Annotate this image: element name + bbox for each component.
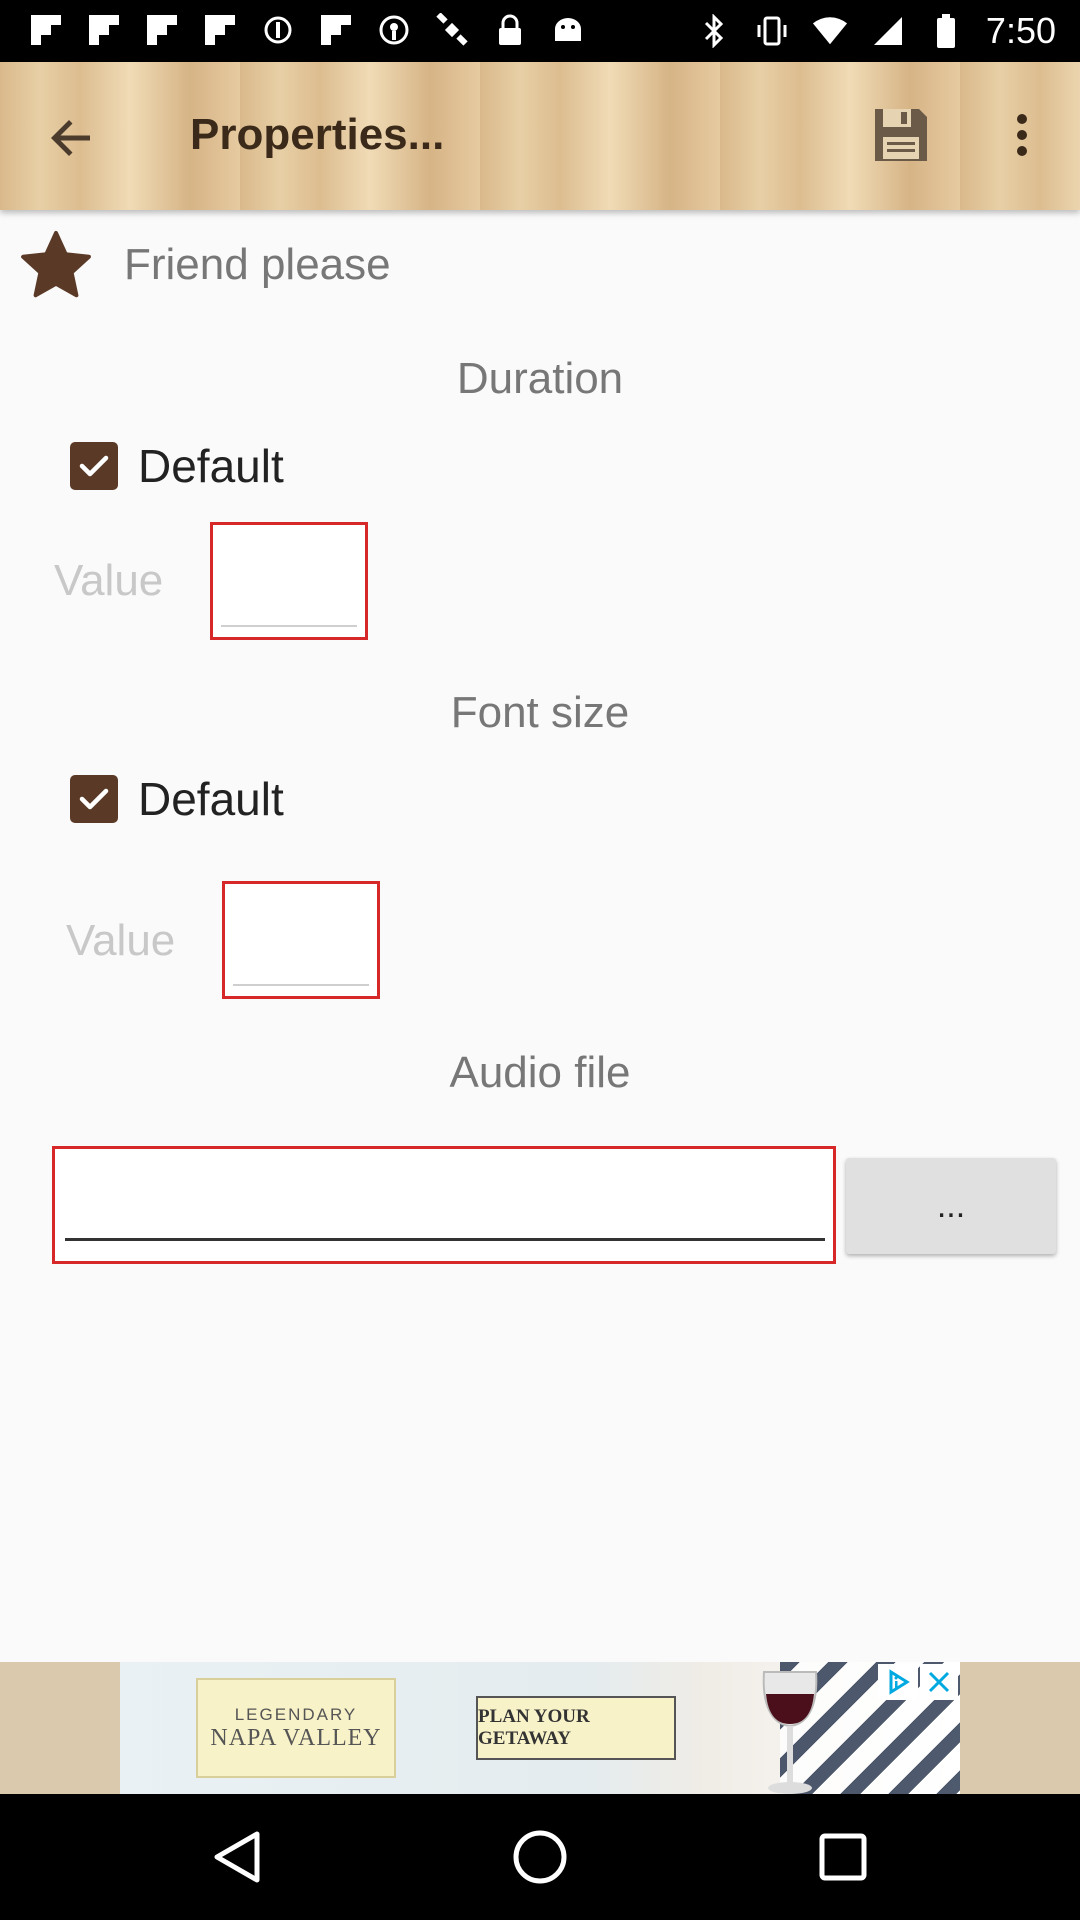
signal-icon xyxy=(870,13,906,49)
more-vert-icon xyxy=(1017,114,1027,156)
system-icons: 7:50 xyxy=(696,10,1056,52)
floppy-disk-icon xyxy=(875,109,927,161)
app-bar: Properties... xyxy=(0,62,1080,210)
ad-container: LEGENDARY NAPA VALLEY PLAN YOUR GETAWAY xyxy=(0,1662,1080,1794)
android-icon xyxy=(550,12,586,48)
save-button[interactable] xyxy=(868,102,934,168)
audio-file-input[interactable] xyxy=(52,1146,836,1264)
satellite-icon xyxy=(434,12,470,48)
input-underline xyxy=(221,625,357,627)
duration-value-input[interactable] xyxy=(210,522,368,640)
ad-close-button[interactable] xyxy=(920,1664,958,1700)
duration-default-checkbox[interactable]: Default xyxy=(70,436,284,496)
font-size-default-checkbox[interactable]: Default xyxy=(70,769,284,829)
flipboard-icon xyxy=(318,12,354,48)
status-bar: 7:50 xyxy=(0,0,1080,62)
checkbox-checked-icon xyxy=(70,442,118,490)
duration-title: Duration xyxy=(456,354,624,403)
checkbox-checked-icon xyxy=(70,775,118,823)
more-options-button[interactable] xyxy=(1000,102,1044,168)
ad-logo-line2: NAPA VALLEY xyxy=(210,1724,382,1751)
flipboard-icon xyxy=(144,12,180,48)
input-underline xyxy=(233,984,369,986)
nav-home-button[interactable] xyxy=(505,1822,575,1892)
triangle-back-icon xyxy=(214,1831,260,1883)
adchoices-icon xyxy=(889,1669,910,1695)
browse-audio-button[interactable]: ... xyxy=(846,1158,1056,1254)
item-header: Friend please xyxy=(0,222,1080,310)
duration-default-label: Default xyxy=(138,440,284,492)
back-button[interactable] xyxy=(40,106,104,170)
flipboard-icon xyxy=(202,12,238,48)
podcast-icon xyxy=(376,12,412,48)
ad-banner[interactable]: LEGENDARY NAPA VALLEY PLAN YOUR GETAWAY xyxy=(120,1662,960,1794)
arrow-back-icon xyxy=(51,120,90,156)
ad-logo-line1: LEGENDARY xyxy=(234,1704,358,1724)
flipboard-icon xyxy=(28,12,64,48)
nav-recents-button[interactable] xyxy=(808,1822,878,1892)
ad-cta-button[interactable]: PLAN YOUR GETAWAY xyxy=(476,1696,676,1760)
input-underline xyxy=(65,1238,825,1241)
circle-home-icon xyxy=(513,1830,567,1884)
audio-file-title: Audio file xyxy=(449,1048,631,1097)
wine-glass-image xyxy=(762,1671,818,1794)
close-icon xyxy=(928,1671,950,1693)
lock-icon xyxy=(492,12,528,48)
wifi-icon xyxy=(812,13,848,49)
battery-icon xyxy=(928,13,964,49)
vibrate-icon xyxy=(754,13,790,49)
flipboard-icon xyxy=(86,12,122,48)
font-size-value-input[interactable] xyxy=(222,881,380,999)
page-title: Properties... xyxy=(190,110,445,159)
nav-back-button[interactable] xyxy=(202,1822,272,1892)
clock: 7:50 xyxy=(985,10,1056,51)
navigation-bar xyxy=(0,1794,1080,1920)
notification-icons xyxy=(28,12,586,48)
font-size-default-label: Default xyxy=(138,773,284,825)
duration-value-label: Value xyxy=(54,556,164,605)
item-name: Friend please xyxy=(124,240,391,289)
ad-info-button[interactable] xyxy=(878,1664,918,1700)
sync-icon xyxy=(260,12,296,48)
ad-logo: LEGENDARY NAPA VALLEY xyxy=(196,1678,396,1778)
star-icon xyxy=(21,231,91,298)
bluetooth-icon xyxy=(696,13,732,49)
square-recents-icon xyxy=(819,1833,867,1881)
font-size-value-label: Value xyxy=(66,916,176,965)
font-size-title: Font size xyxy=(450,688,630,737)
